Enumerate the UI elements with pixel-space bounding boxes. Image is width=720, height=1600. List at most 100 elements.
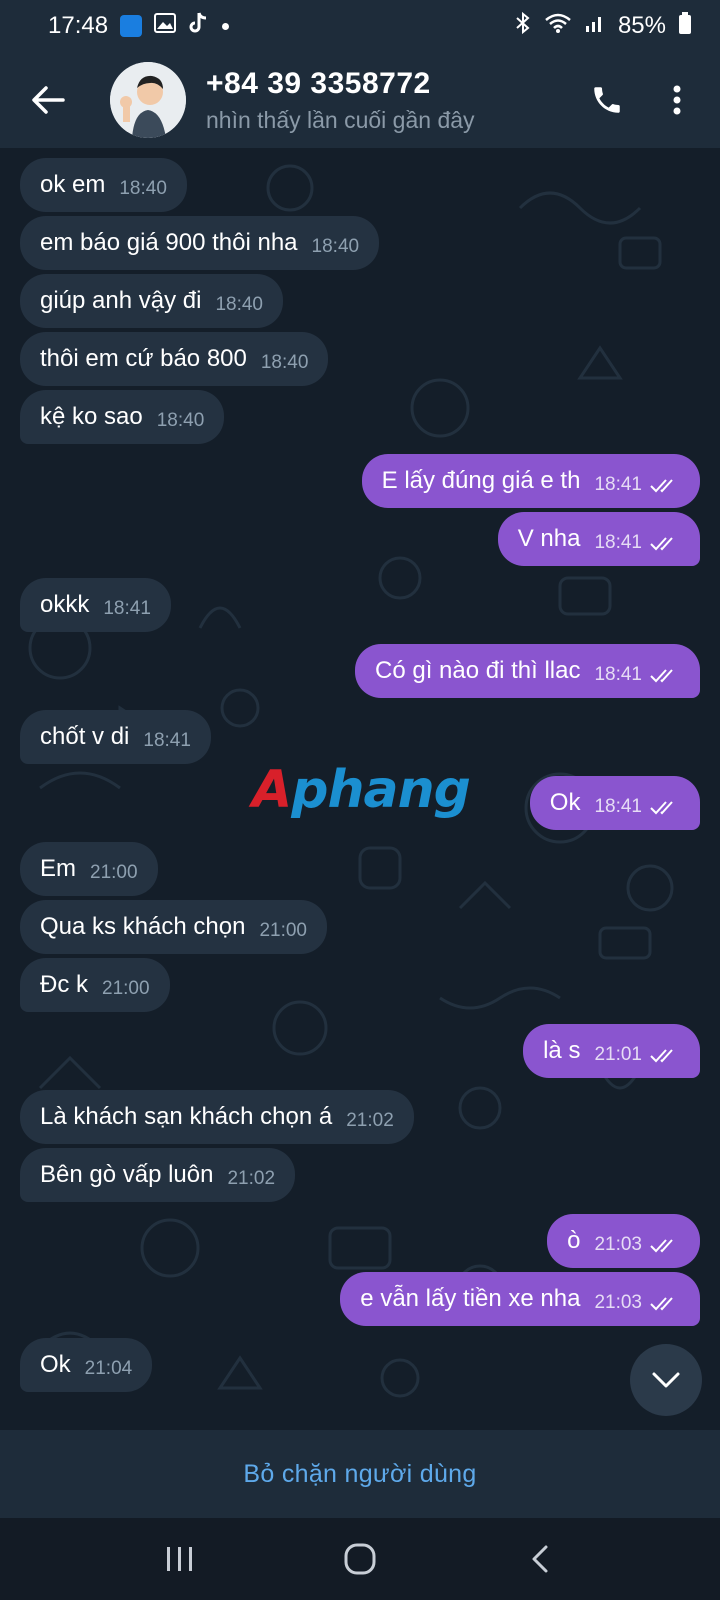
title-block[interactable]: +84 39 3358772 nhìn thấy lần cuối gần đâ… [206, 67, 572, 134]
avatar[interactable] [110, 62, 186, 138]
message-time: 21:00 [102, 978, 150, 999]
more-options-button[interactable] [642, 52, 712, 148]
message-bubble-incoming[interactable]: chốt v di 18:41 [20, 710, 211, 764]
message-time: 18:40 [119, 178, 167, 199]
message-bubble-incoming[interactable]: giúp anh vậy đi 18:40 [20, 274, 283, 328]
last-seen-status: nhìn thấy lần cuối gần đây [206, 106, 475, 133]
message-time: 21:02 [346, 1110, 394, 1131]
message-time: 18:41 [594, 664, 642, 685]
message-text: giúp anh vậy đi [40, 287, 202, 314]
message-text: e vẫn lấy tiền xe nha [360, 1285, 581, 1312]
tiktok-icon [188, 11, 210, 42]
message-bubble-incoming[interactable]: Qua ks khách chọn 21:00 [20, 900, 327, 954]
message-bubble-incoming[interactable]: Đc k 21:00 [20, 958, 170, 1012]
message-time: 18:40 [311, 236, 360, 257]
system-back-button[interactable] [495, 1524, 585, 1594]
message-time: 21:03 [594, 1292, 642, 1313]
scroll-to-bottom-button[interactable] [630, 1344, 702, 1416]
back-icon [532, 1545, 548, 1573]
status-bar: 17:48 85% [0, 0, 720, 52]
chat-header: +84 39 3358772 nhìn thấy lần cuối gần đâ… [0, 52, 720, 148]
message-text: em báo giá 900 thôi nha [40, 229, 298, 256]
status-left: 17:48 [48, 11, 230, 42]
message-bubble-incoming[interactable]: Ok 21:04 [20, 1338, 153, 1392]
message-text: Ok [549, 789, 581, 816]
signal-icon [584, 12, 606, 41]
read-checkmarks-icon [650, 801, 673, 815]
message-text: ok em [40, 171, 106, 198]
message-bubble-outgoing[interactable]: Có gì nào đi thì llac 18:41 [355, 644, 700, 698]
back-button[interactable] [0, 52, 96, 148]
message-text: Có gì nào đi thì llac [375, 657, 581, 684]
unblock-user-label: Bỏ chặn người dùng [243, 1459, 477, 1488]
battery-icon [678, 11, 692, 42]
message-time: 18:40 [215, 294, 263, 315]
message-bubble-incoming[interactable]: okkk 18:41 [20, 578, 171, 632]
message-text: Qua ks khách chọn [40, 913, 246, 940]
back-arrow-icon [32, 86, 65, 114]
battery-text: 85% [617, 12, 666, 39]
message-bubble-incoming[interactable]: Bên gò vấp luôn 21:02 [20, 1148, 296, 1202]
message-bubble-outgoing[interactable]: e vẫn lấy tiền xe nha 21:03 [340, 1272, 700, 1326]
message-bubble-incoming[interactable]: em báo giá 900 thôi nha 18:40 [20, 216, 380, 270]
message-text: kệ ko sao [40, 403, 143, 430]
dot-icon [222, 22, 230, 30]
message-time: 18:40 [260, 352, 309, 373]
home-button[interactable] [315, 1524, 405, 1594]
hotspot-icon [120, 15, 143, 37]
message-text: okkk [40, 591, 90, 618]
message-bubble-outgoing[interactable]: V nha 18:41 [497, 512, 700, 566]
message-text: Là khách sạn khách chọn á [40, 1103, 333, 1130]
message-text: chốt v di [40, 723, 130, 750]
call-button[interactable] [572, 52, 642, 148]
read-checkmarks-icon [650, 1239, 673, 1253]
message-time: 18:40 [156, 410, 205, 431]
message-time: 21:03 [594, 1234, 642, 1255]
bluetooth-icon [514, 11, 532, 42]
status-time: 17:48 [48, 12, 109, 39]
message-bubble-outgoing[interactable]: Ok 18:41 [529, 776, 700, 830]
message-time: 21:02 [227, 1168, 276, 1189]
message-bubble-outgoing[interactable]: là s 21:01 [523, 1024, 700, 1078]
message-time: 18:41 [594, 796, 642, 817]
message-time: 18:41 [103, 598, 151, 619]
message-bubble-incoming[interactable]: kệ ko sao 18:40 [20, 390, 225, 444]
read-checkmarks-icon [650, 479, 673, 493]
message-text: V nha [517, 525, 581, 552]
gallery-icon [154, 12, 177, 41]
watermark-logo: Aphang [252, 760, 471, 820]
message-time: 21:00 [90, 862, 138, 883]
message-text: Em [40, 855, 76, 882]
message-text: E lấy đúng giá e th [381, 467, 581, 494]
message-text: Đc k [40, 971, 88, 998]
recent-apps-button[interactable] [135, 1524, 225, 1594]
more-vertical-icon [673, 85, 681, 115]
message-bubble-incoming[interactable]: thôi em cứ báo 800 18:40 [20, 332, 329, 386]
chat-area[interactable]: ok em 18:40 em báo giá 900 thôi nha 18:4… [0, 148, 720, 1430]
message-time: 21:01 [594, 1044, 642, 1065]
read-checkmarks-icon [650, 537, 673, 551]
message-text: Bên gò vấp luôn [40, 1161, 214, 1188]
message-bubble-incoming[interactable]: Là khách sạn khách chọn á 21:02 [20, 1090, 414, 1144]
phone-icon [594, 87, 620, 113]
chat-title: +84 39 3358772 [206, 66, 431, 100]
message-text: thôi em cứ báo 800 [40, 345, 247, 372]
message-time: 21:04 [84, 1358, 133, 1379]
status-right: 85% [514, 11, 692, 42]
read-checkmarks-icon [650, 1297, 673, 1311]
message-bubble-outgoing[interactable]: E lấy đúng giá e th 18:41 [361, 454, 700, 508]
message-text: Ok [40, 1351, 71, 1378]
wifi-icon [544, 12, 572, 41]
message-time: 18:41 [594, 532, 642, 553]
message-bubble-outgoing[interactable]: ò 21:03 [547, 1214, 700, 1268]
message-bubble-incoming[interactable]: ok em 18:40 [20, 158, 187, 212]
unblock-user-button[interactable]: Bỏ chặn người dùng [0, 1430, 720, 1518]
read-checkmarks-icon [650, 669, 673, 683]
message-text: ò [567, 1227, 581, 1254]
chevron-down-icon [652, 1372, 680, 1388]
message-bubble-incoming[interactable]: Em 21:00 [20, 842, 158, 896]
system-navigation-bar [0, 1518, 720, 1600]
watermark-part-b: phang [291, 760, 471, 820]
watermark-part-a: A [252, 760, 292, 820]
message-time: 18:41 [143, 730, 191, 751]
